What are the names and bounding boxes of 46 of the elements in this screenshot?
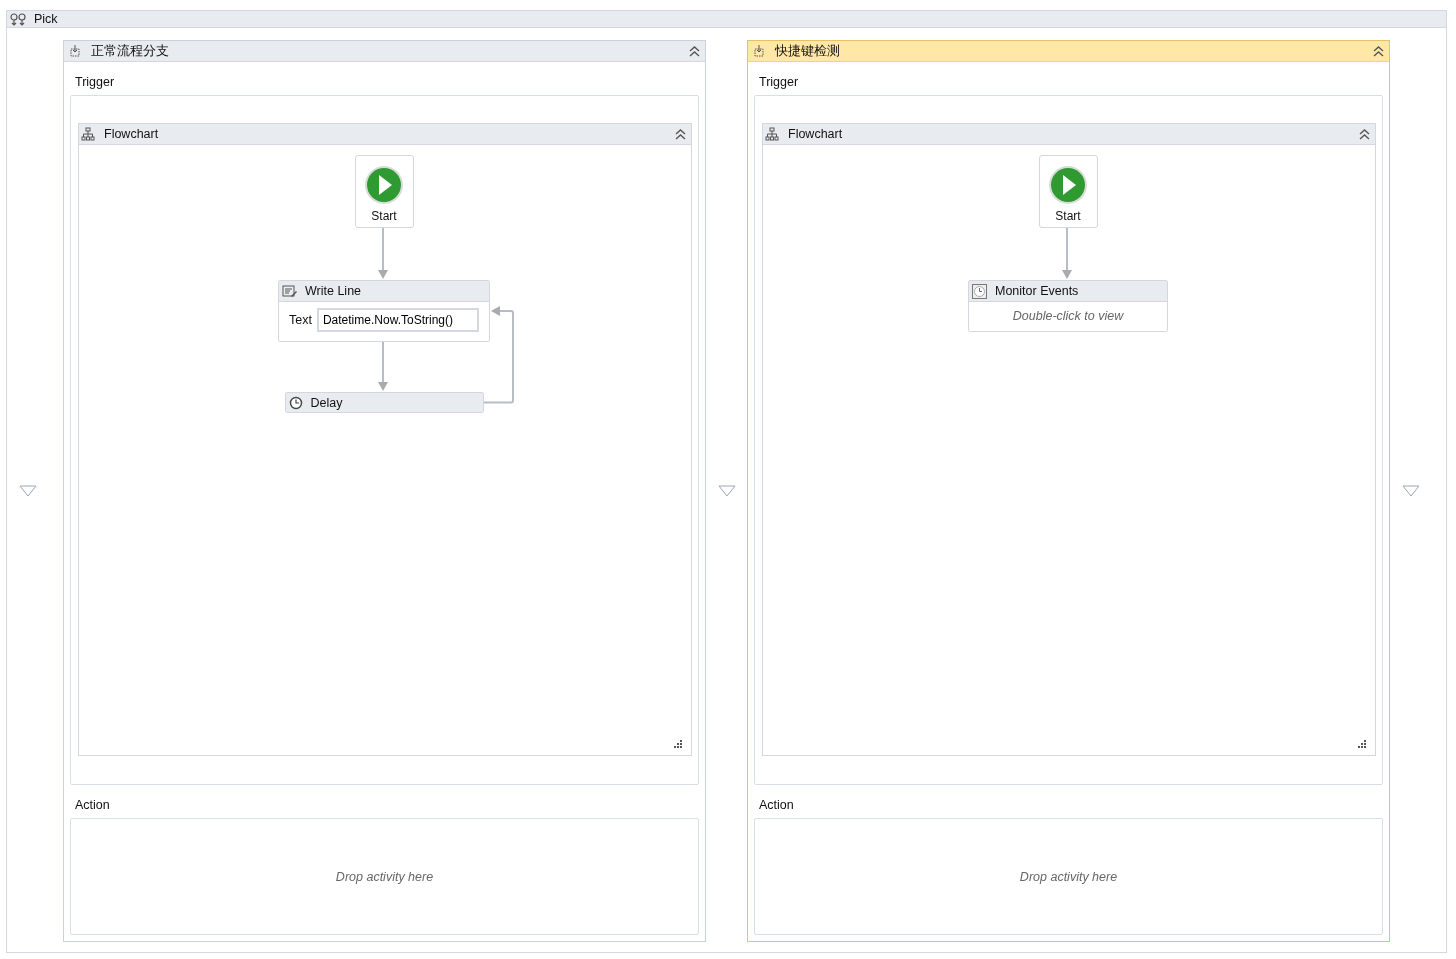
connector-arrow xyxy=(378,227,388,279)
start-node[interactable]: Start xyxy=(1038,155,1098,228)
pick-title: Pick xyxy=(34,12,58,26)
collapse-icon[interactable] xyxy=(689,45,700,57)
clock-icon xyxy=(288,395,303,410)
branch-title: 正常流程分支 xyxy=(91,42,170,60)
activity-title: Write Line xyxy=(305,284,362,298)
collapse-icon[interactable] xyxy=(1373,45,1384,57)
branch-title: 快捷键检测 xyxy=(775,42,841,60)
activity-drop-field[interactable]: Drop activity here xyxy=(70,818,699,935)
play-icon xyxy=(1048,165,1088,205)
branch-icon xyxy=(752,44,766,58)
connector-arrow xyxy=(1062,227,1072,279)
branch-icon xyxy=(68,44,82,58)
clock-icon xyxy=(972,283,987,299)
flowchart-header[interactable]: Flowchart xyxy=(79,124,691,145)
activity-title: Delay xyxy=(310,395,343,410)
start-node[interactable]: Start xyxy=(354,155,414,228)
connector-arrow xyxy=(378,341,388,391)
flowchart-icon xyxy=(81,127,95,141)
action-label: Action xyxy=(758,797,795,814)
play-icon xyxy=(364,165,404,205)
flowchart-title: Flowchart xyxy=(788,127,844,141)
pick-icon xyxy=(10,12,26,26)
trigger-label: Trigger xyxy=(74,74,116,91)
start-label: Start xyxy=(1055,209,1081,223)
trigger-label: Trigger xyxy=(758,74,800,91)
resize-grip-icon[interactable] xyxy=(674,740,683,749)
collapse-icon[interactable] xyxy=(675,128,686,140)
flowchart-header[interactable]: Flowchart xyxy=(763,124,1375,145)
activity-node[interactable]: Delay xyxy=(284,392,484,413)
activity-node[interactable]: Monitor Events Double-click to view xyxy=(968,280,1168,332)
expression-field[interactable]: Datetime.Now.ToString() xyxy=(316,308,479,332)
action-label: Action xyxy=(74,797,111,814)
field-label: Text xyxy=(289,313,312,327)
activity-title: Monitor Events xyxy=(995,284,1079,298)
branch-header[interactable]: 快捷键检测 xyxy=(748,41,1389,62)
start-label: Start xyxy=(371,209,397,223)
resize-grip-icon[interactable] xyxy=(1358,740,1367,749)
activity-drop-field[interactable]: Drop activity here xyxy=(754,818,1383,935)
branch-header[interactable]: 正常流程分支 xyxy=(64,41,705,62)
collapse-icon[interactable] xyxy=(1359,128,1370,140)
flowchart-icon xyxy=(765,127,779,141)
activity-hint: Double-click to view xyxy=(1011,308,1125,323)
activity-node[interactable]: Write Line Text Datetime.Now.ToString() xyxy=(278,280,490,342)
flowchart-title: Flowchart xyxy=(104,127,160,141)
